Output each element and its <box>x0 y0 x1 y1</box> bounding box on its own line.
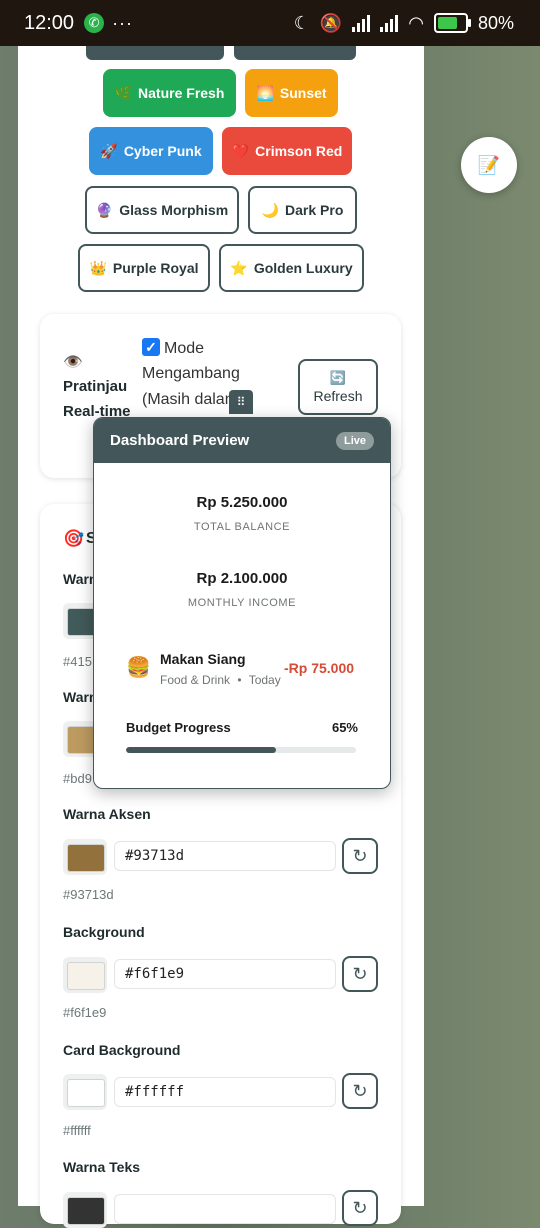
budget-progress-label: Budget Progress <box>126 720 231 735</box>
card-background-reset-button[interactable]: ↻ <box>342 1073 378 1109</box>
moon-icon: 🌙 <box>261 201 280 218</box>
preview-header-title: Dashboard Preview <box>110 432 250 449</box>
card-background-hex-text: #ffffff <box>63 1123 91 1138</box>
floating-mode-checkbox[interactable]: ✓ <box>142 338 160 356</box>
transaction-item: 🍔 Makan Siang Food & Drink • Today -Rp 7… <box>126 651 354 701</box>
transaction-meta: Food & Drink • Today <box>160 673 281 687</box>
reset-icon: ↻ <box>352 963 368 984</box>
preview-title: Pratinjau <box>63 378 128 395</box>
background-hex-text: #f6f1e9 <box>63 1005 107 1020</box>
vibrate-off-icon: 🔕 <box>319 12 343 33</box>
checkbox-label-line3: (Masih dalam <box>142 391 234 408</box>
accent-hex-input[interactable]: #93713d <box>114 841 336 871</box>
primary-hex-text: #415 <box>63 654 92 669</box>
background-color-picker[interactable] <box>63 957 107 993</box>
card-background-swatch <box>67 1079 105 1107</box>
status-time: 12:00 <box>24 11 75 34</box>
card-background-label: Card Background <box>63 1042 181 1058</box>
crown-icon: 👑 <box>89 259 107 276</box>
live-badge: Live <box>335 431 374 450</box>
edit-fab-button[interactable]: 📝 <box>461 137 517 193</box>
budget-progress-percent: 65% <box>331 720 358 735</box>
accent-hex-text: #93713d <box>63 887 114 902</box>
theme-button-clipped[interactable] <box>86 46 224 60</box>
text-color-label: Warna Teks <box>63 1159 141 1175</box>
total-balance-label: TOTAL BALANCE <box>193 521 291 533</box>
text-color-hex-input[interactable] <box>114 1194 336 1224</box>
refresh-label: Refresh <box>313 388 363 404</box>
checkbox-label-line2: Mengambang <box>142 365 240 382</box>
background-hex-input[interactable]: #f6f1e9 <box>114 959 336 989</box>
reset-icon: ↻ <box>352 1197 368 1218</box>
signal-icon-2 <box>380 14 399 32</box>
accent-color-label: Warna Aksen <box>63 806 151 822</box>
memo-icon: 📝 <box>477 154 501 175</box>
wifi-icon: ◠ <box>408 12 424 33</box>
transaction-category: Food & Drink <box>160 673 231 687</box>
theme-sunset-button[interactable]: 🌅 Sunset <box>245 69 338 117</box>
theme-crimson-red-button[interactable]: ❤️ Crimson Red <box>222 127 352 175</box>
card-background-hex-input[interactable]: #ffffff <box>114 1077 336 1107</box>
heart-icon: ❤️ <box>231 142 250 159</box>
theme-golden-luxury-button[interactable]: ⭐ Golden Luxury <box>219 244 364 292</box>
transaction-amount: -Rp 75.000 <box>284 660 355 676</box>
theme-nature-fresh-button[interactable]: 🌿 Nature Fresh <box>103 69 236 117</box>
background-color-label: Background <box>63 924 145 940</box>
text-color-picker[interactable] <box>63 1192 107 1228</box>
target-icon: 🎯 <box>63 529 85 548</box>
text-color-reset-button[interactable]: ↻ <box>342 1190 378 1226</box>
theme-label: Purple Royal <box>112 260 199 276</box>
accent-color-swatch <box>67 844 105 872</box>
burger-icon: 🍔 <box>126 657 151 679</box>
theme-label: Dark Pro <box>285 202 344 218</box>
text-color-swatch <box>67 1197 105 1225</box>
battery-percent: 80% <box>477 12 514 33</box>
refresh-button[interactable]: 🔄 Refresh <box>298 359 378 415</box>
do-not-disturb-icon: ☾ <box>293 12 310 33</box>
theme-label: Cyber Punk <box>123 143 202 159</box>
accent-color-picker[interactable] <box>63 839 107 875</box>
transaction-name: Makan Siang <box>160 651 246 667</box>
theme-label: Glass Morphism <box>119 202 229 218</box>
dashboard-preview-window: Dashboard Preview Live Rp 5.250.000 TOTA… <box>93 417 391 789</box>
budget-progress-bar <box>126 747 356 753</box>
monthly-income-label: MONTHLY INCOME <box>187 597 297 609</box>
rocket-icon: 🚀 <box>100 142 118 159</box>
theme-purple-royal-button[interactable]: 👑 Purple Royal <box>78 244 210 292</box>
theme-label: Crimson Red <box>255 143 343 159</box>
reset-icon: ↻ <box>352 845 368 866</box>
theme-label: Sunset <box>279 85 327 101</box>
theme-glass-morphism-button[interactable]: 🔮 Glass Morphism <box>85 186 239 234</box>
background-color-swatch <box>67 962 105 990</box>
battery-icon <box>433 13 471 33</box>
monthly-income-value: Rp 2.100.000 <box>196 570 288 587</box>
reset-icon: ↻ <box>352 1080 368 1101</box>
theme-label: Nature Fresh <box>138 85 225 101</box>
preview-header[interactable]: Dashboard Preview Live <box>94 418 390 463</box>
theme-dark-pro-button[interactable]: 🌙 Dark Pro <box>248 186 357 234</box>
sunset-icon: 🌅 <box>256 84 274 101</box>
total-balance-value: Rp 5.250.000 <box>196 494 288 511</box>
accent-reset-button[interactable]: ↻ <box>342 838 378 874</box>
drag-handle[interactable]: ⠿ <box>229 390 253 414</box>
star-icon: ⭐ <box>230 259 248 276</box>
background-reset-button[interactable]: ↻ <box>342 956 378 992</box>
transaction-time: Today <box>248 673 281 687</box>
more-notifications-icon: ··· <box>112 12 134 33</box>
crystal-ball-icon: 🔮 <box>95 201 114 218</box>
refresh-icon: 🔄 <box>329 370 347 385</box>
theme-button-clipped-2[interactable] <box>234 46 356 60</box>
meta-separator: • <box>237 673 242 687</box>
theme-cyber-punk-button[interactable]: 🚀 Cyber Punk <box>89 127 213 175</box>
status-bar: 12:00 ✆ ··· ☾ 🔕 ◠ 80% <box>0 0 540 46</box>
signal-icon <box>352 14 371 32</box>
leaf-icon: 🌿 <box>114 84 133 101</box>
secondary-hex-text: #bd9 <box>63 771 92 786</box>
card-background-picker[interactable] <box>63 1074 107 1110</box>
eye-icon: 👁️ <box>63 354 83 371</box>
theme-label: Golden Luxury <box>253 260 353 276</box>
whatsapp-icon: ✆ <box>84 13 105 33</box>
budget-progress-fill <box>126 747 276 753</box>
checkbox-label: Mode <box>164 340 205 357</box>
